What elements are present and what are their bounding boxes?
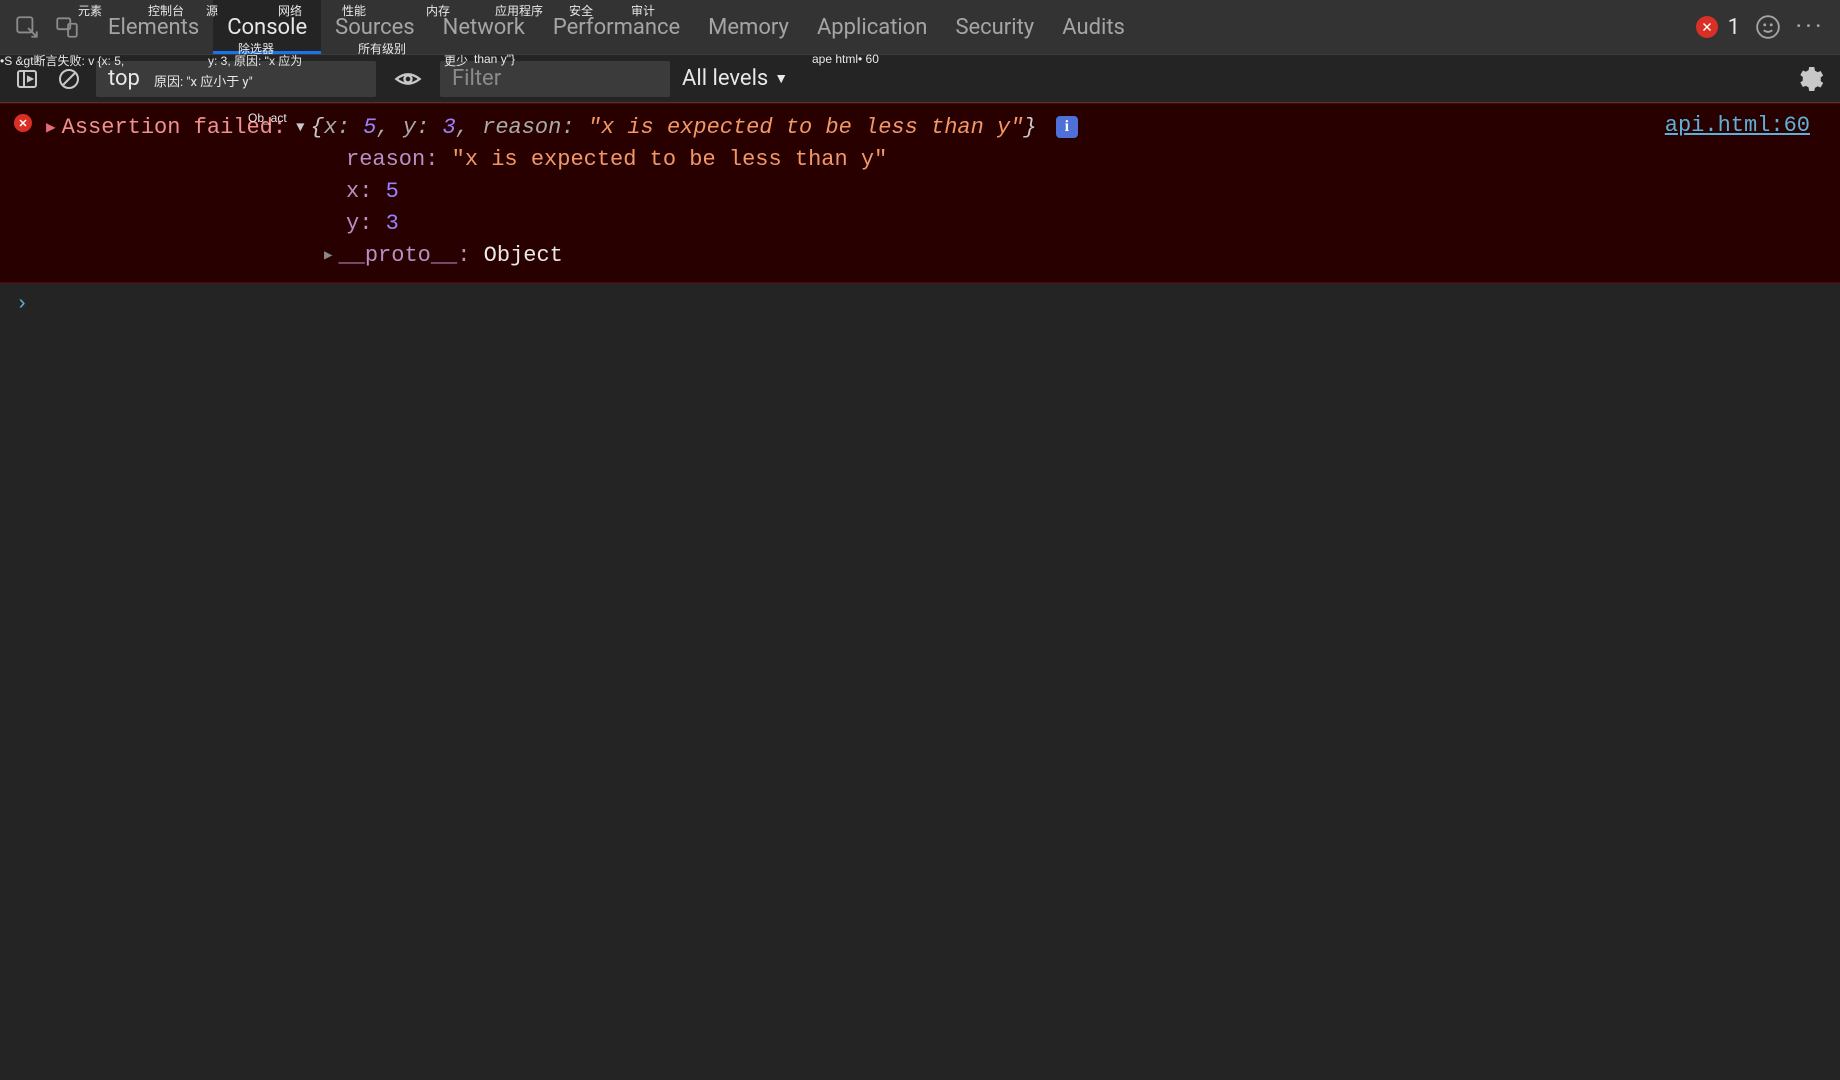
error-count: 1 [1728, 15, 1740, 40]
zh-reason-lt: 原因: "x 应小于 y" [154, 71, 253, 90]
expand-entry-icon[interactable]: ▶ [46, 112, 56, 144]
zh-assert-fail: •S &gt断言失败: v {x: 5, [0, 52, 124, 69]
filter-placeholder: Filter [452, 66, 501, 91]
val-reason: "x is expected to be less than y" [588, 115, 1024, 140]
exp-val-y: 3 [386, 211, 399, 236]
key-reason: reason: [482, 115, 574, 140]
console-settings-icon[interactable] [1796, 65, 1824, 93]
context-label: top [108, 66, 140, 91]
tab-application[interactable]: Application [803, 0, 941, 54]
console-toolbar: top 原因: "x 应小于 y" Filter All levels ▼ •S… [0, 55, 1840, 103]
source-link[interactable]: api.html:60 [1665, 110, 1810, 142]
tab-memory[interactable]: Memory [694, 0, 803, 54]
prop-y[interactable]: y: 3 [346, 208, 1824, 240]
prop-proto[interactable]: ▶ __proto__: Object [16, 240, 1824, 272]
zh-application: 应用程序 [495, 2, 543, 19]
zh-console: 控制台 [148, 2, 184, 19]
error-count-badge-icon[interactable] [1696, 16, 1718, 38]
val-x: 5 [363, 115, 376, 140]
chevron-down-icon: ▼ [774, 70, 788, 87]
zh-reason-y3: y: 3, 原因: "x 应为 [208, 52, 302, 69]
zh-memory: 内存 [426, 2, 450, 19]
object-expanded: reason: "x is expected to be less than y… [16, 144, 1824, 240]
feedback-icon[interactable] [1754, 13, 1782, 41]
val-y: 3 [443, 115, 456, 140]
console-error-entry[interactable]: api.html:60 Ob_act ▶ Assertion failed: ▼… [0, 103, 1840, 283]
error-header-row[interactable]: ▶ Assertion failed: ▼ {x: 5, y: 3, reaso… [16, 112, 1824, 144]
proto-key: __proto__: [338, 240, 470, 272]
exp-val-reason: "x is expected to be less than y" [452, 147, 888, 172]
tab-audits[interactable]: Audits [1048, 0, 1139, 54]
prop-reason[interactable]: reason: "x is expected to be less than y… [346, 144, 1824, 176]
prompt-caret-icon: › [16, 293, 28, 316]
zh-less: 更少 [444, 52, 468, 69]
devtools-tabbar: 元素 控制台 源 网络 性能 内存 应用程序 安全 审计 Elements Co… [0, 0, 1840, 55]
zh-object: Ob_act [248, 103, 287, 134]
key-y: y: [403, 115, 429, 140]
more-menu-icon[interactable]: ··· [1796, 13, 1824, 41]
key-x: x: [324, 115, 350, 140]
zh-network: 网络 [278, 2, 302, 19]
zh-audits: 审计 [631, 2, 655, 19]
info-badge-icon[interactable]: i [1056, 116, 1078, 138]
object-preview[interactable]: {x: 5, y: 3, reason: "x is expected to b… [310, 112, 1077, 144]
tab-performance[interactable]: Performance [539, 0, 694, 54]
brace-open: { [310, 115, 323, 140]
exp-val-x: 5 [386, 179, 399, 204]
collapse-object-icon[interactable]: ▼ [296, 112, 304, 144]
exp-key-reason: reason: [346, 147, 438, 172]
zh-ape-src: ape html• 60 [812, 52, 879, 66]
prop-x[interactable]: x: 5 [346, 176, 1824, 208]
live-expression-icon[interactable] [394, 65, 422, 93]
error-icon [14, 114, 32, 132]
zh-all-levels: 所有级别 [358, 40, 406, 57]
console-output: api.html:60 Ob_act ▶ Assertion failed: ▼… [0, 103, 1840, 1080]
zh-elements: 元素 [78, 2, 102, 19]
zh-thany: than y"} [474, 52, 515, 66]
tab-security[interactable]: Security [941, 0, 1048, 54]
levels-label: All levels [682, 66, 768, 91]
brace-close: } [1023, 115, 1036, 140]
expand-proto-icon[interactable]: ▶ [324, 240, 332, 272]
log-level-selector[interactable]: All levels ▼ [682, 66, 788, 91]
zh-sources: 源 [206, 2, 218, 19]
console-prompt[interactable]: › [0, 283, 1840, 326]
exp-key-x: x: [346, 179, 372, 204]
zh-security: 安全 [569, 2, 593, 19]
exp-key-y: y: [346, 211, 372, 236]
zh-performance: 性能 [342, 2, 366, 19]
inspect-element-icon[interactable] [10, 10, 44, 44]
proto-val: Object [484, 240, 563, 272]
